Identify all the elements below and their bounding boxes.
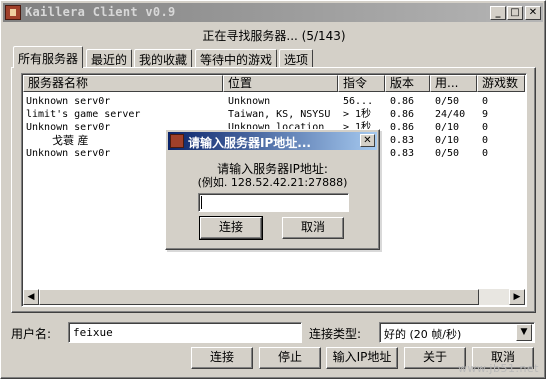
cell-users: 0/10: [435, 135, 460, 146]
column-header-users[interactable]: 用...: [430, 75, 477, 92]
scroll-left-arrow-icon[interactable]: ◀: [23, 289, 39, 305]
cell-version: 0.86: [390, 122, 415, 133]
ip-address-input[interactable]: [198, 193, 349, 212]
dialog-cancel-button[interactable]: 取消: [282, 217, 344, 239]
dialog-connect-button[interactable]: 连接: [199, 216, 263, 240]
username-label: 用户名:: [11, 327, 52, 341]
connection-type-label: 连接类型:: [309, 327, 362, 341]
stop-button[interactable]: 停止: [259, 347, 321, 369]
column-header-server-name[interactable]: 服务器名称: [23, 75, 223, 92]
server-row[interactable]: Unknown serv0r Unknown 56... 0.86 0/50 0: [22, 95, 526, 108]
tab-options[interactable]: 选项: [279, 49, 314, 67]
dialog-title: 请输入服务器IP地址...: [188, 136, 311, 150]
scrollbar-thumb[interactable]: [39, 289, 479, 305]
tab-recent[interactable]: 最近的: [86, 49, 133, 67]
dialog-app-icon: [170, 134, 184, 148]
chevron-down-icon[interactable]: ▼: [516, 324, 532, 341]
kaillera-main-window: Kaillera Client v0.9 _ □ ✕ 正在寻找服务器... (5…: [0, 0, 546, 379]
window-title: Kaillera Client v0.9: [25, 5, 176, 19]
tab-waiting-games[interactable]: 等待中的游戏: [195, 49, 278, 67]
column-header-version[interactable]: 版本: [385, 75, 430, 92]
cell-games: 0: [482, 122, 489, 133]
connection-type-value: 好的 (20 帧/秒): [384, 328, 462, 341]
cell-version: 0.86: [390, 96, 415, 107]
cell-version: 0.83: [390, 148, 415, 159]
column-header-ping[interactable]: 指令: [338, 75, 385, 92]
cell-location: Taiwan, KS, NSYSU: [228, 109, 331, 120]
cell-server-name: limit's game server: [26, 109, 141, 120]
cell-users: 0/50: [435, 148, 460, 159]
cell-ping: 56...: [343, 96, 374, 107]
scroll-right-arrow-icon[interactable]: ▶: [509, 289, 525, 305]
cell-ping: > 1秒: [343, 109, 372, 120]
cell-games: 0: [482, 96, 489, 107]
cell-users: 0/10: [435, 122, 460, 133]
cell-server-name: Unknown serv0r: [26, 96, 111, 107]
username-value: feixue: [73, 326, 113, 339]
dialog-title-bar[interactable]: 请输入服务器IP地址... ✕: [168, 132, 377, 150]
cell-users: 0/50: [435, 96, 460, 107]
cell-games: 9: [482, 109, 489, 120]
cell-version: 0.86: [390, 109, 415, 120]
server-row[interactable]: limit's game server Taiwan, KS, NSYSU > …: [22, 108, 526, 121]
cell-users: 24/40: [435, 109, 466, 120]
text-caret: [201, 196, 202, 209]
server-search-status: 正在寻找服务器... (5/143): [202, 29, 346, 43]
cell-version: 0.83: [390, 135, 415, 146]
kaillera-app-icon: [5, 5, 21, 20]
minimize-button[interactable]: _: [490, 6, 506, 20]
cell-location: Unknown: [228, 96, 271, 107]
tab-favorites[interactable]: 我的收藏: [134, 49, 193, 67]
maximize-button[interactable]: □: [507, 6, 523, 20]
cell-games: 0: [482, 148, 489, 159]
column-header-games[interactable]: 游戏数: [477, 75, 525, 92]
close-button[interactable]: ✕: [525, 6, 541, 20]
watermark: www.jb51.net: [457, 362, 539, 375]
enter-ip-dialog: 请输入服务器IP地址... ✕ 请输入服务器IP地址: (例如. 128.52.…: [165, 129, 380, 250]
column-header-location[interactable]: 位置: [223, 75, 338, 92]
enter-ip-button[interactable]: 输入IP地址: [326, 347, 398, 369]
dialog-example: (例如. 128.52.42.21:27888): [197, 176, 348, 189]
about-button[interactable]: 关于: [404, 347, 466, 369]
connect-button[interactable]: 连接: [191, 347, 253, 369]
cell-games: 0: [482, 135, 489, 146]
connection-type-select[interactable]: 好的 (20 帧/秒) ▼: [379, 322, 535, 343]
username-input[interactable]: feixue: [68, 322, 302, 343]
title-bar[interactable]: Kaillera Client v0.9 _ □ ✕: [3, 3, 543, 22]
dialog-close-button[interactable]: ✕: [360, 134, 375, 147]
tab-all-servers[interactable]: 所有服务器: [13, 46, 84, 68]
horizontal-scrollbar[interactable]: ◀ ▶: [23, 289, 525, 305]
